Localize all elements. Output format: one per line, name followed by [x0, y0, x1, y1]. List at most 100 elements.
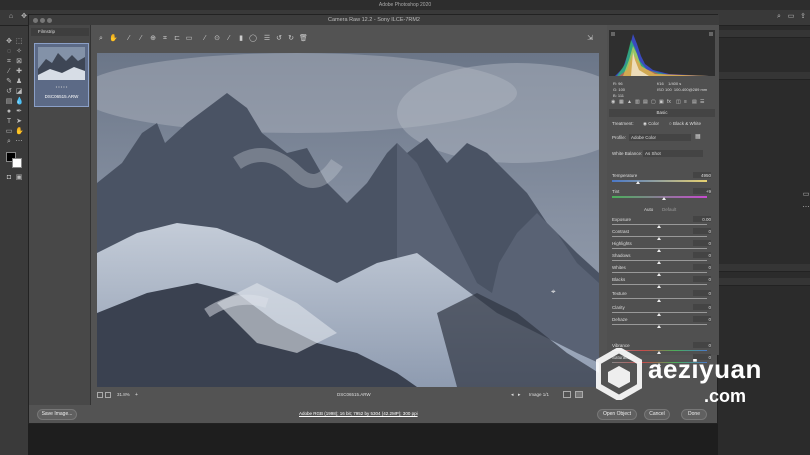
profile-dropdown[interactable]: Adobe Color [629, 134, 691, 141]
calibration-tab-icon[interactable]: ◫ [676, 99, 681, 105]
slider-track[interactable] [612, 180, 707, 182]
tone-curve-tab-icon[interactable]: ▦ [619, 99, 624, 105]
panel-icon[interactable]: ▭ [802, 191, 810, 199]
spot-removal-icon[interactable]: ⁄ [201, 35, 209, 43]
rotate-left-icon[interactable]: ↺ [275, 35, 283, 43]
more-tools-icon[interactable]: ⋯ [15, 138, 23, 146]
crop-tool-icon[interactable]: ⌗ [5, 58, 13, 66]
detail-tab-icon[interactable]: ▲ [627, 99, 632, 105]
zoom-window-button[interactable] [47, 18, 52, 23]
preferences-icon[interactable]: ☰ [263, 35, 271, 43]
panel-header[interactable] [718, 72, 810, 80]
slider-track[interactable] [612, 196, 707, 198]
close-window-button[interactable] [33, 18, 38, 23]
lens-tab-icon[interactable]: ▢ [651, 99, 656, 105]
effects-tab-icon[interactable]: fx [667, 99, 671, 105]
slider-thumb[interactable] [657, 249, 661, 252]
screen-mode-icon[interactable]: ▣ [15, 174, 23, 182]
fullscreen-icon[interactable]: ⇲ [586, 35, 594, 43]
share-icon[interactable]: ⇪ [799, 13, 807, 21]
compare-view-icon[interactable] [97, 392, 103, 398]
slider-thumb[interactable] [657, 285, 661, 288]
treatment-color-radio[interactable]: ◉ Color [643, 121, 659, 127]
treatment-bw-radio[interactable]: ○ Black & White [669, 121, 701, 126]
targeted-adjustment-icon[interactable]: ⊕ [149, 35, 157, 43]
move-tool-icon[interactable]: ✥ [5, 38, 13, 46]
slider-value[interactable]: 0 [708, 291, 711, 296]
profile-browser-icon[interactable]: ▦ [695, 133, 701, 140]
filmstrip-thumbnail[interactable]: • • • • • DSC06515.ARW [34, 43, 89, 107]
slider-thumb[interactable] [657, 261, 661, 264]
slider-value[interactable]: 0 [708, 317, 711, 322]
healing-brush-icon[interactable]: ✚ [15, 68, 23, 76]
slider-value[interactable]: 0 [708, 229, 711, 234]
panel-menu-icon[interactable]: ☰ [700, 99, 704, 105]
path-select-icon[interactable]: ➤ [15, 118, 23, 126]
magic-wand-icon[interactable]: ✧ [15, 48, 23, 56]
slider-value[interactable]: 0 [708, 265, 711, 270]
thumbnail-rating[interactable]: • • • • • [35, 84, 88, 89]
zoom-tool-icon[interactable]: ⌕ [5, 138, 13, 146]
image-preview[interactable]: ⌖ [97, 53, 599, 387]
white-balance-dropdown[interactable]: As Shot [643, 150, 703, 157]
next-image-icon[interactable]: ▸ [518, 392, 521, 398]
minimize-window-button[interactable] [40, 18, 45, 23]
slider-thumb[interactable] [657, 273, 661, 276]
background-color-swatch[interactable] [12, 158, 22, 168]
transform-icon[interactable]: ▭ [185, 35, 193, 43]
panel-header[interactable] [718, 278, 810, 286]
move-tool-icon[interactable]: ✥ [20, 13, 28, 21]
slider-thumb[interactable] [636, 181, 641, 184]
snapshots-tab-icon[interactable]: ▤ [692, 99, 697, 105]
lasso-tool-icon[interactable]: ◌ [5, 48, 13, 56]
panel-header[interactable] [718, 264, 810, 272]
slider-value[interactable]: 4950 [701, 173, 711, 178]
frame-tool-icon[interactable]: ⊠ [15, 58, 23, 66]
auto-button[interactable]: Auto [644, 207, 653, 212]
hsl-tab-icon[interactable]: ▥ [635, 99, 640, 105]
split-tone-tab-icon[interactable]: ▤ [643, 99, 648, 105]
slider-value[interactable]: 0 [708, 241, 711, 246]
slider-thumb[interactable] [657, 299, 661, 302]
workspace-icon[interactable]: ▭ [787, 13, 795, 21]
slider-value[interactable]: 0 [708, 277, 711, 282]
hand-tool-icon[interactable]: ✋ [15, 128, 24, 136]
straighten-icon[interactable]: ⊏ [173, 35, 181, 43]
eraser-icon[interactable]: ◪ [15, 88, 23, 96]
search-icon[interactable]: ⌕ [775, 13, 783, 21]
zoom-in-icon[interactable]: + [135, 392, 138, 398]
marquee-tool-icon[interactable]: ⬚ [15, 38, 23, 46]
panel-icon[interactable]: ⋯ [802, 204, 810, 212]
zoom-level[interactable]: 31.8% [117, 392, 130, 397]
brush-tool-icon[interactable]: ✎ [5, 78, 13, 86]
eyedropper-icon[interactable]: ⁄ [5, 68, 13, 76]
save-image-button[interactable]: Save Image... [37, 409, 77, 420]
stamp-tool-icon[interactable]: ♟ [15, 78, 23, 86]
trash-icon[interactable]: 🗑 [299, 35, 308, 43]
view-mode-icon[interactable] [563, 391, 571, 398]
shape-tool-icon[interactable]: ▭ [5, 128, 13, 136]
workflow-options-link[interactable]: Adobe RGB (1998); 16 bit; 7952 by 5304 (… [299, 411, 418, 416]
slider-thumb[interactable] [657, 313, 661, 316]
dodge-tool-icon[interactable]: ● [5, 108, 13, 116]
type-tool-icon[interactable]: T [5, 118, 13, 126]
presets-tab-icon[interactable]: ≡ [684, 99, 687, 105]
slider-thumb[interactable] [657, 237, 661, 240]
slider-value[interactable]: 0 [708, 305, 711, 310]
zoom-icon[interactable]: ⌕ [97, 35, 105, 43]
slider-thumb[interactable] [661, 197, 666, 200]
rotate-right-icon[interactable]: ↻ [287, 35, 295, 43]
home-icon[interactable]: ⌂ [7, 13, 15, 21]
slider-thumb[interactable] [657, 225, 661, 228]
pen-tool-icon[interactable]: ✒ [15, 108, 23, 116]
red-eye-icon[interactable]: ⊙ [213, 35, 221, 43]
gradient-tool-icon[interactable]: ▤ [5, 98, 13, 106]
transform-tab-icon[interactable]: ▣ [659, 99, 664, 105]
history-brush-icon[interactable]: ↺ [5, 88, 13, 96]
default-button[interactable]: Default [662, 207, 676, 212]
quick-mask-icon[interactable]: ◘ [5, 174, 13, 182]
panel-header[interactable] [718, 30, 810, 38]
zoom-out-icon[interactable] [105, 392, 111, 398]
crop-icon[interactable]: ⌗ [161, 35, 169, 43]
slider-thumb[interactable] [657, 325, 661, 328]
